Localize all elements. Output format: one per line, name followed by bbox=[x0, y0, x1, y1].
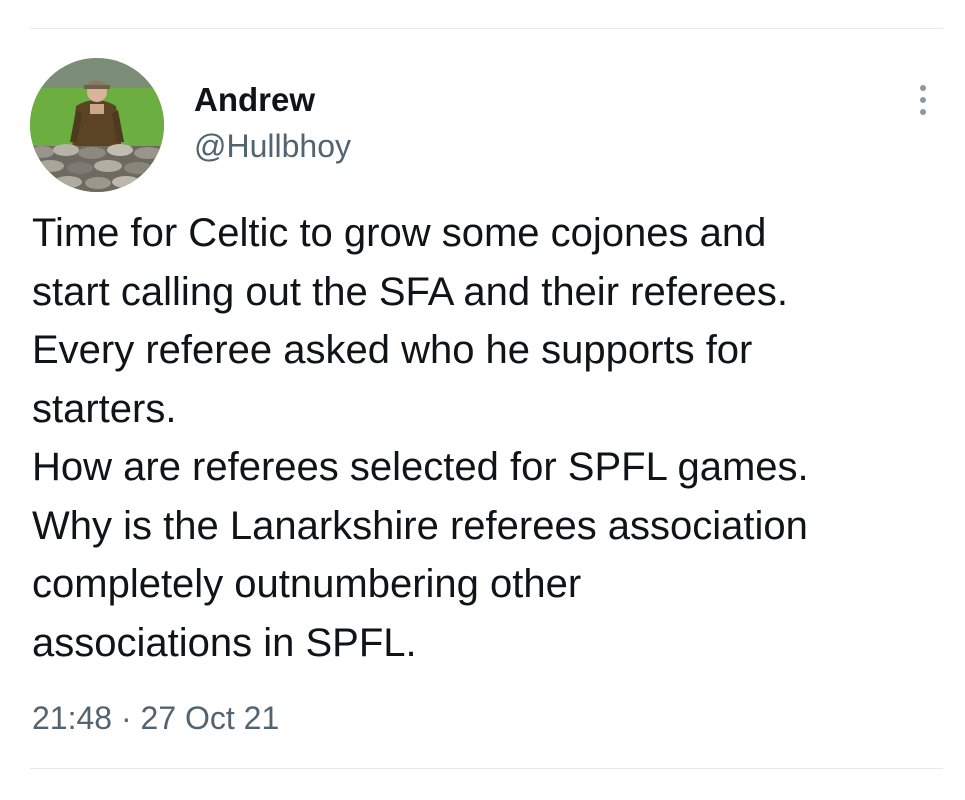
tweet-text-line: associations in SPFL. bbox=[32, 620, 417, 665]
avatar[interactable] bbox=[30, 58, 164, 192]
tweet-date[interactable]: 27 Oct 21 bbox=[141, 700, 280, 736]
timestamp-separator: · bbox=[120, 700, 132, 736]
tweet-text-line: Why is the Lanarkshire referees associat… bbox=[32, 503, 808, 548]
user-handle[interactable]: @Hullbhoy bbox=[194, 126, 351, 166]
more-vertical-icon-dot bbox=[920, 97, 926, 103]
avatar-photo-icon bbox=[30, 58, 164, 192]
more-vertical-icon bbox=[920, 85, 926, 91]
tweet-time[interactable]: 21:48 bbox=[32, 700, 112, 736]
bottom-divider bbox=[30, 768, 943, 769]
top-divider bbox=[30, 28, 943, 29]
tweet-text-line: Time for Celtic to grow some cojones and bbox=[32, 211, 767, 255]
more-options-button[interactable] bbox=[906, 78, 940, 122]
tweet-text-line: How are referees selected for SPFL games… bbox=[32, 445, 809, 489]
tweet-text: Time for Celtic to grow some cojones and… bbox=[32, 204, 947, 672]
tweet-text-line: completely outnumbering other bbox=[32, 562, 582, 606]
display-name[interactable]: Andrew bbox=[194, 80, 315, 120]
more-vertical-icon-dot bbox=[920, 109, 926, 115]
tweet-text-line: starters. bbox=[32, 386, 177, 431]
tweet-text-line: Every referee asked who he supports for bbox=[32, 328, 753, 372]
tweet-timestamp: 21:48 · 27 Oct 21 bbox=[32, 698, 279, 738]
tweet-text-line: start calling out the SFA and their refe… bbox=[32, 269, 788, 314]
